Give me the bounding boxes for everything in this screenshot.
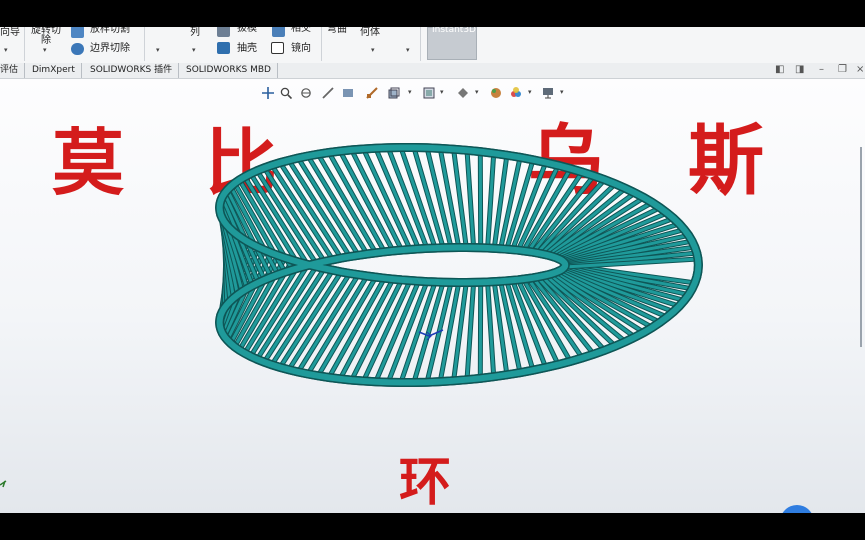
mirror-button[interactable]: 镜向 bbox=[291, 43, 311, 55]
pattern-button[interactable]: 列 bbox=[190, 27, 200, 39]
reference-geometry-button[interactable]: 何体 bbox=[360, 27, 380, 39]
flex-button[interactable]: 弯曲 bbox=[327, 27, 347, 36]
instant3d-button[interactable]: Instant3D bbox=[427, 27, 477, 60]
close-icon[interactable]: × bbox=[856, 64, 864, 75]
command-manager-tabs: 评估 DimXpert SOLIDWORKS 插件 SOLIDWORKS MBD… bbox=[0, 63, 865, 79]
boundary-cut-button[interactable]: 边界切除 bbox=[90, 43, 130, 55]
tab-solidworks-mbd[interactable]: SOLIDWORKS MBD bbox=[180, 63, 278, 78]
chevron-down-icon[interactable]: ▾ bbox=[4, 46, 8, 54]
vertical-scrollbar[interactable] bbox=[857, 147, 865, 347]
intersect-icon[interactable] bbox=[272, 27, 285, 37]
mirror-icon[interactable] bbox=[271, 42, 284, 54]
shell-button[interactable]: 抽壳 bbox=[237, 43, 257, 55]
draft-button[interactable]: 拔模 bbox=[237, 27, 257, 35]
chevron-down-icon[interactable]: ▾ bbox=[43, 46, 47, 54]
mobius-strip-model[interactable] bbox=[0, 79, 865, 513]
boundary-cut-icon[interactable] bbox=[71, 43, 84, 55]
tab-solidworks-addins[interactable]: SOLIDWORKS 插件 bbox=[84, 63, 180, 78]
divider bbox=[144, 27, 145, 61]
chevron-down-icon[interactable]: ▾ bbox=[406, 46, 410, 54]
origin-triad-icon bbox=[418, 329, 444, 341]
panel-right-icon[interactable]: ◨ bbox=[795, 64, 804, 75]
chevron-down-icon[interactable]: ▾ bbox=[371, 46, 375, 54]
loft-cut-icon[interactable] bbox=[71, 27, 84, 38]
guide-button[interactable]: 向导 bbox=[0, 27, 20, 39]
panel-left-icon[interactable]: ◧ bbox=[775, 64, 784, 75]
letterbox-bottom bbox=[0, 513, 865, 540]
intersect-button[interactable]: 相交 bbox=[291, 27, 311, 35]
solidworks-window: 向导 ▾ 旋转切 除 ▾ 放样切割 边界切除 列 ▾ ▾ 拔模 相交 抽壳 镜向… bbox=[0, 27, 865, 513]
restore-icon[interactable]: ❐ bbox=[838, 64, 847, 75]
letterbox-top bbox=[0, 0, 865, 27]
loft-cut-button[interactable]: 放样切割 bbox=[90, 27, 130, 36]
instant3d-label: Instant3D bbox=[432, 27, 476, 35]
draft-icon[interactable] bbox=[217, 27, 230, 37]
reference-triad-icon bbox=[0, 480, 7, 488]
command-ribbon: 向导 ▾ 旋转切 除 ▾ 放样切割 边界切除 列 ▾ ▾ 拔模 相交 抽壳 镜向… bbox=[0, 27, 865, 64]
minimize-icon[interactable]: – bbox=[819, 64, 824, 75]
graphics-area[interactable]: ▾ ▾ ▾ ▾ ▾ 莫 比 乌 斯 环 bbox=[0, 79, 865, 513]
tab-evaluate[interactable]: 评估 bbox=[0, 63, 26, 78]
divider bbox=[420, 27, 421, 61]
tab-dimxpert[interactable]: DimXpert bbox=[26, 63, 82, 78]
chevron-down-icon[interactable]: ▾ bbox=[192, 46, 196, 54]
divider bbox=[24, 27, 25, 61]
chevron-down-icon[interactable]: ▾ bbox=[156, 46, 160, 54]
divider bbox=[321, 27, 322, 61]
shell-icon[interactable] bbox=[217, 42, 230, 54]
